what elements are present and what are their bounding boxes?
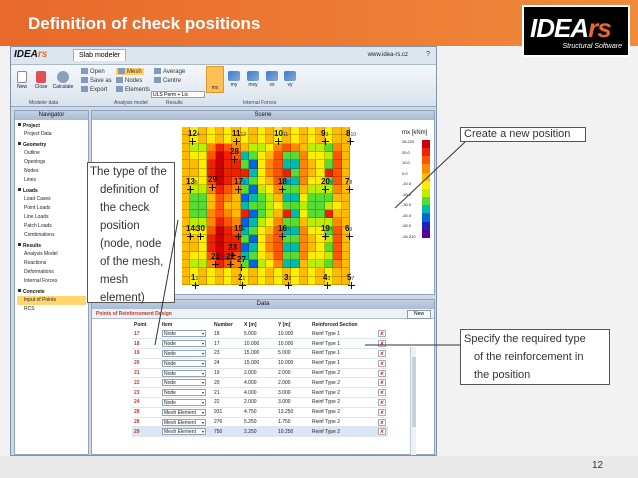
slide-footer xyxy=(0,456,638,478)
callout-arrows xyxy=(154,141,466,346)
arrow-to-new-button xyxy=(394,141,466,209)
arrow-to-item-column xyxy=(154,219,179,346)
page-number: 12 xyxy=(592,460,604,471)
